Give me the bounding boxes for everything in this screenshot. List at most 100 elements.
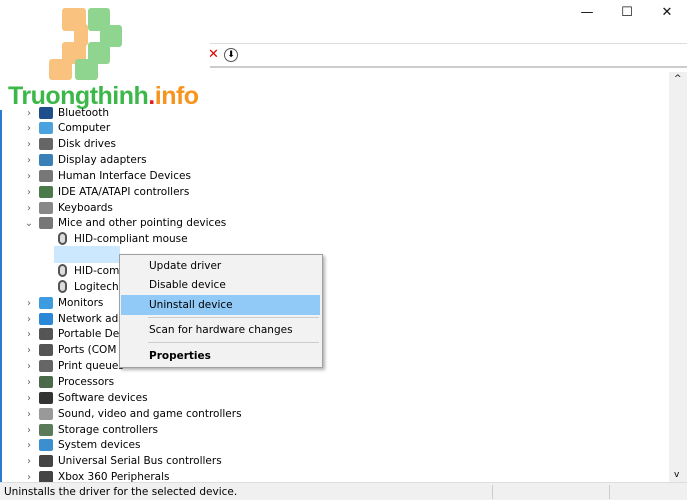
- system-icon: [39, 439, 53, 451]
- hid-icon: [39, 170, 53, 182]
- tree-item-label: IDE ATA/ATAPI controllers: [58, 186, 190, 198]
- chevron-right-icon[interactable]: ›: [24, 171, 34, 182]
- chevron-right-icon[interactable]: ›: [24, 393, 34, 404]
- chevron-right-icon[interactable]: ›: [24, 123, 34, 134]
- chevron-right-icon[interactable]: ›: [24, 472, 34, 483]
- printer-icon: [39, 360, 53, 372]
- menu-properties[interactable]: Properties: [121, 346, 320, 366]
- computer-icon: [39, 122, 53, 134]
- tree-item-label: Portable Dev: [58, 328, 126, 340]
- tree-item-label: Monitors: [58, 297, 104, 309]
- watermark-logo: Truongthinh.info: [0, 0, 210, 110]
- disk-drive-icon: [39, 138, 53, 150]
- monitor-icon: [39, 297, 53, 309]
- mouse-icon: [58, 280, 67, 293]
- tree-item-universal-serial-bus-controllers[interactable]: › Universal Serial Bus controllers: [24, 453, 664, 469]
- chevron-right-icon[interactable]: ›: [24, 425, 34, 436]
- tree-item-label: Display adapters: [58, 154, 147, 166]
- sound-icon: [39, 408, 53, 420]
- processor-icon: [39, 376, 53, 388]
- display-adapter-icon: [39, 154, 53, 166]
- chevron-right-icon[interactable]: ›: [24, 298, 34, 309]
- tree-item-label: Print queues: [58, 360, 124, 372]
- tree-item-processors[interactable]: › Processors: [24, 374, 664, 390]
- chevron-right-icon[interactable]: ›: [24, 456, 34, 467]
- status-divider: [609, 485, 610, 499]
- menu-uninstall-device[interactable]: Uninstall device: [121, 295, 320, 315]
- tree-item-keyboards[interactable]: › Keyboards: [24, 200, 664, 216]
- tree-item-label: Keyboards: [58, 202, 113, 214]
- chevron-right-icon[interactable]: ›: [24, 203, 34, 214]
- menu-separator: [148, 317, 319, 318]
- storage-icon: [39, 424, 53, 436]
- context-menu: Update driver Disable device Uninstall d…: [119, 254, 323, 368]
- chevron-down-icon[interactable]: ⌄: [24, 218, 34, 229]
- close-button[interactable]: ✕: [647, 0, 687, 24]
- usb-icon: [39, 455, 53, 467]
- tree-item-label: Mice and other pointing devices: [58, 217, 227, 229]
- chevron-right-icon[interactable]: ›: [24, 155, 34, 166]
- tree-item-bluetooth[interactable]: › Bluetooth: [24, 105, 664, 121]
- minimize-button[interactable]: —: [567, 0, 607, 24]
- tree-item-label: System devices: [58, 439, 141, 451]
- status-text: Uninstalls the driver for the selected d…: [4, 485, 238, 498]
- tree-item-label: Network ada: [58, 313, 125, 325]
- mouse-icon: [58, 264, 67, 277]
- status-bar: Uninstalls the driver for the selected d…: [0, 482, 687, 500]
- tree-item-system-devices[interactable]: › System devices: [24, 437, 664, 453]
- tree-device-0[interactable]: HID-compliant mouse: [58, 231, 258, 247]
- selection-highlight: [54, 246, 120, 263]
- tree-item-label: Computer: [58, 122, 111, 134]
- chevron-right-icon[interactable]: ›: [24, 139, 34, 150]
- tree-item-label: Ports (COM &: [58, 344, 128, 356]
- maximize-button[interactable]: ☐: [607, 0, 647, 24]
- tree-item-label: Processors: [58, 376, 115, 388]
- mouse-icon: [58, 232, 67, 245]
- ide-icon: [39, 186, 53, 198]
- tree-item-label: Sound, video and game controllers: [58, 408, 242, 420]
- tree-item-label: Bluetooth: [58, 107, 109, 119]
- tree-item-label: Disk drives: [58, 138, 116, 150]
- portable-device-icon: [39, 328, 53, 340]
- network-icon: [39, 313, 53, 325]
- tree-device-label: HID-compliant mouse: [74, 233, 188, 245]
- software-device-icon: [39, 392, 53, 404]
- chevron-right-icon[interactable]: ›: [24, 329, 34, 340]
- mouse-icon: [39, 217, 53, 229]
- logo-mark-icon: [49, 8, 122, 80]
- tree-item-label: Storage controllers: [58, 424, 158, 436]
- chevron-right-icon[interactable]: ›: [24, 361, 34, 372]
- chevron-right-icon[interactable]: ›: [24, 440, 34, 451]
- bluetooth-icon: [39, 107, 53, 119]
- menu-update-driver[interactable]: Update driver: [121, 256, 320, 276]
- tree-item-label: Software devices: [58, 392, 148, 404]
- tree-item-human-interface-devices[interactable]: › Human Interface Devices: [24, 168, 664, 184]
- tree-item-disk-drives[interactable]: › Disk drives: [24, 136, 664, 152]
- tree-item-computer[interactable]: › Computer: [24, 120, 664, 136]
- chevron-right-icon[interactable]: ›: [24, 409, 34, 420]
- scroll-down-icon[interactable]: v: [674, 470, 679, 480]
- status-divider: [492, 485, 493, 499]
- menu-disable-device[interactable]: Disable device: [121, 275, 320, 295]
- tree-item-ide-ata-atapi-controllers[interactable]: › IDE ATA/ATAPI controllers: [24, 184, 664, 200]
- port-icon: [39, 344, 53, 356]
- tree-device-label: Logitech: [74, 281, 119, 293]
- tree-item-display-adapters[interactable]: › Display adapters: [24, 152, 664, 168]
- update-driver-icon[interactable]: ⬇: [224, 48, 238, 62]
- vertical-scrollbar[interactable]: ^ v: [669, 72, 687, 482]
- tree-item-software-devices[interactable]: › Software devices: [24, 390, 664, 406]
- chevron-right-icon[interactable]: ›: [24, 345, 34, 356]
- chevron-right-icon[interactable]: ›: [24, 108, 34, 119]
- menu-scan-hardware[interactable]: Scan for hardware changes: [121, 320, 320, 340]
- tree-item-mice-and-other-pointing-devices[interactable]: ⌄ Mice and other pointing devices: [24, 215, 664, 231]
- chevron-right-icon[interactable]: ›: [24, 314, 34, 325]
- tree-item-label: Human Interface Devices: [58, 170, 191, 182]
- toolbar: ✕ ⬇: [208, 43, 687, 68]
- keyboard-icon: [39, 202, 53, 214]
- tree-item-sound-video-and-game-controllers[interactable]: › Sound, video and game controllers: [24, 406, 664, 422]
- scroll-up-icon[interactable]: ^: [674, 74, 682, 84]
- tree-item-storage-controllers[interactable]: › Storage controllers: [24, 422, 664, 438]
- chevron-right-icon[interactable]: ›: [24, 377, 34, 388]
- tree-item-label: Universal Serial Bus controllers: [58, 455, 222, 467]
- chevron-right-icon[interactable]: ›: [24, 187, 34, 198]
